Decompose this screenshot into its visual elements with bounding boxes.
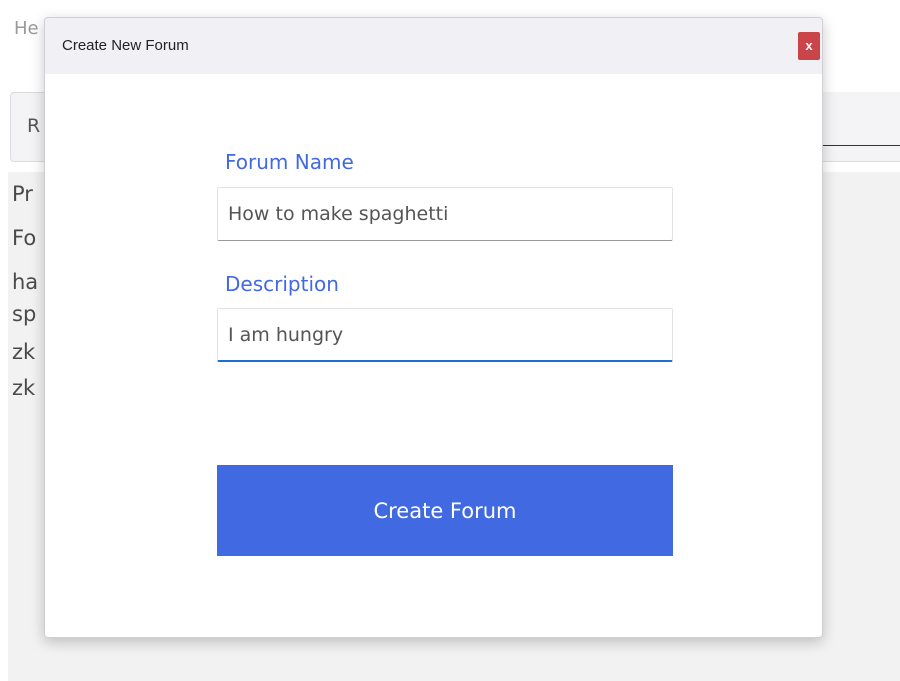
forum-name-label: Forum Name: [225, 150, 354, 174]
forum-name-input[interactable]: [217, 187, 673, 241]
list-item[interactable]: Pr: [12, 182, 33, 206]
list-item[interactable]: zk: [12, 340, 35, 364]
dialog-header: Create New Forum x: [45, 18, 822, 74]
create-forum-dialog: Create New Forum x Forum Name Descriptio…: [44, 17, 823, 638]
close-button[interactable]: x: [798, 32, 820, 60]
background-toolbar-button[interactable]: R: [27, 115, 40, 137]
description-label: Description: [225, 272, 339, 296]
create-forum-button[interactable]: Create Forum: [217, 465, 673, 556]
list-item[interactable]: ha: [12, 270, 38, 294]
list-item[interactable]: zk: [12, 376, 35, 400]
list-item[interactable]: sp: [12, 302, 36, 326]
dialog-title: Create New Forum: [62, 37, 189, 54]
app-page: He R Pr Fo ha sp zk zk Create New Forum …: [0, 0, 900, 681]
description-input[interactable]: [217, 308, 673, 362]
list-item[interactable]: Fo: [12, 226, 36, 250]
background-heading: He: [14, 18, 39, 39]
background-search-field[interactable]: [822, 92, 900, 146]
